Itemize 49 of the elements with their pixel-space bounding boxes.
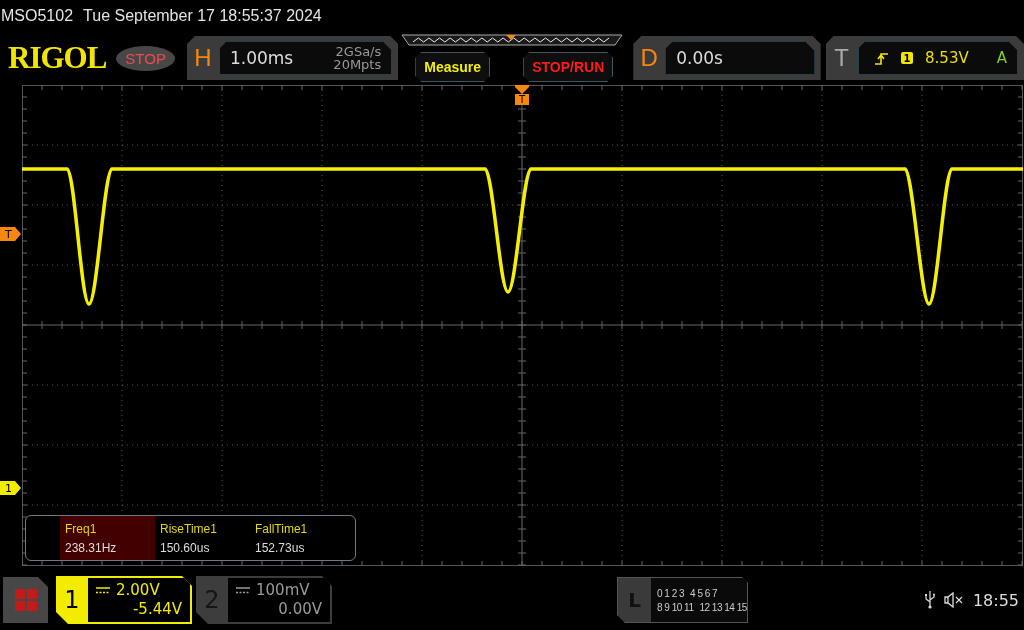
- trigger-level: 8.53V: [925, 49, 969, 67]
- trigger-panel[interactable]: T 1 8.53V A: [825, 36, 1024, 80]
- speaker-muted-icon: [943, 592, 964, 608]
- measurement-item[interactable]: Freq1 238.31Hz: [60, 516, 155, 560]
- menu-button[interactable]: [3, 577, 48, 623]
- model-name: MSO5102: [1, 7, 74, 25]
- channel-marker[interactable]: 1: [0, 481, 21, 495]
- logic-channel-numbers: 0 1 2 3: [657, 587, 685, 599]
- delay-value: 0.00s: [676, 48, 723, 68]
- run-state-badge: STOP: [116, 45, 175, 71]
- delay-label: D: [639, 44, 659, 72]
- dc-coupling-icon: [236, 587, 250, 594]
- channel-offset: 0.00V: [278, 600, 322, 619]
- trigger-level-marker[interactable]: T: [0, 227, 21, 241]
- measure-button[interactable]: Measure: [415, 52, 491, 82]
- memory-depth: 20Mpts: [333, 58, 382, 71]
- trigger-mode: A: [996, 49, 1007, 67]
- trigger-label: T: [833, 44, 850, 72]
- rising-edge-icon: [875, 51, 890, 65]
- channel-number: 1: [63, 585, 81, 616]
- logic-channel-numbers: 8 9 10 11: [657, 601, 694, 613]
- logic-channel-numbers: 4 5 6 7: [690, 587, 718, 599]
- channel-panel[interactable]: 1 2.00V -5.44V: [56, 576, 192, 624]
- measurement-label: Freq1: [65, 521, 98, 536]
- logic-channel-numbers: 12 13 14 15: [699, 601, 747, 613]
- timebase-value: 1.00ms: [229, 48, 294, 68]
- trigger-position-marker[interactable]: T: [515, 85, 529, 105]
- channel-scale: 2.00V: [116, 581, 160, 600]
- measurement-item[interactable]: RiseTime1 150.60us: [155, 516, 250, 560]
- delay-panel[interactable]: D 0.00s: [633, 36, 821, 80]
- clock-time: 18:55: [972, 590, 1019, 610]
- horizontal-panel[interactable]: H 1.00ms 2GSa/s 20Mpts: [186, 36, 399, 80]
- measurement-value: 152.73us: [255, 540, 306, 555]
- measurement-item[interactable]: FallTime1 152.73us: [250, 516, 345, 560]
- measurement-value: 150.60us: [160, 540, 211, 555]
- sample-rate: 2GSa/s: [335, 45, 382, 58]
- measurement-label: RiseTime1: [160, 521, 218, 536]
- dc-coupling-icon: [96, 587, 110, 594]
- usb-icon: [924, 591, 935, 609]
- grid-menu-icon: [14, 589, 37, 611]
- measurement-label: FallTime1: [255, 521, 309, 536]
- brand-logo: RIGOL: [8, 40, 107, 76]
- channel-offset: -5.44V: [132, 600, 182, 619]
- date-time: Tue September 17 18:55:37 2024: [83, 7, 322, 25]
- trigger-source-badge: 1: [901, 52, 914, 64]
- stop-run-button[interactable]: STOP/RUN: [523, 52, 614, 82]
- horizontal-label: H: [193, 44, 213, 72]
- channel-scale: 100mV: [256, 581, 310, 600]
- measurement-value: 238.31Hz: [65, 540, 118, 555]
